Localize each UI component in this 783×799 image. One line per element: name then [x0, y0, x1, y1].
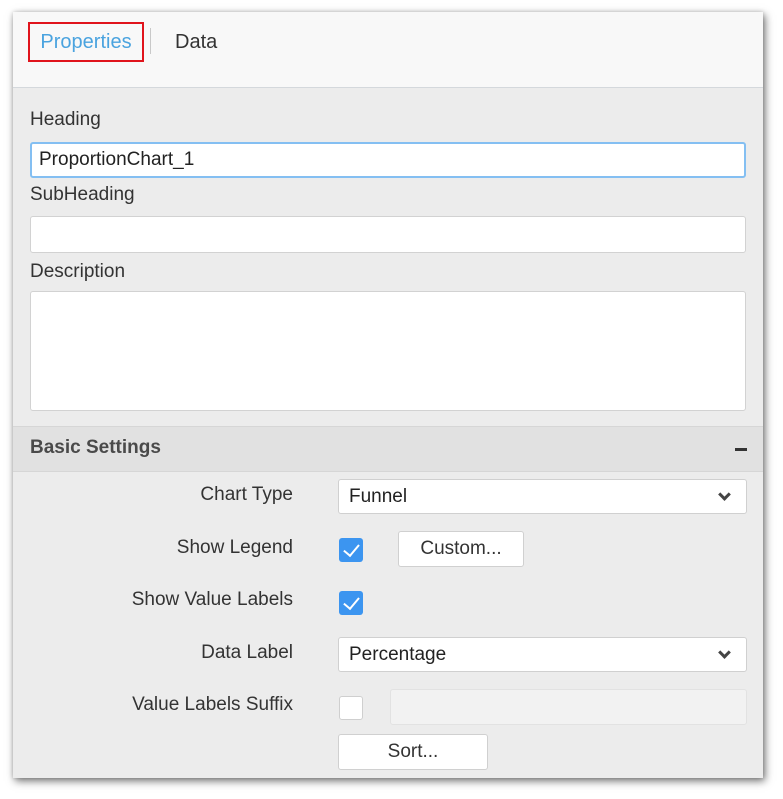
heading-input[interactable]: ProportionChart_1	[30, 142, 746, 178]
show-legend-label: Show Legend	[176, 537, 293, 558]
subheading-label: SubHeading	[30, 184, 135, 205]
value-labels-suffix-checkbox[interactable]	[339, 696, 363, 720]
basic-settings-title: Basic Settings	[30, 437, 161, 458]
show-value-labels-checkbox[interactable]	[339, 591, 363, 615]
chart-type-select[interactable]: Funnel	[338, 479, 747, 514]
show-value-labels-label: Show Value Labels	[131, 589, 293, 610]
tab-data[interactable]: Data	[175, 22, 217, 62]
tab-properties[interactable]: Properties	[28, 22, 144, 62]
description-label: Description	[30, 261, 126, 282]
sort-button[interactable]: Sort...	[338, 734, 488, 770]
tab-divider	[150, 28, 151, 54]
heading-label: Heading	[30, 109, 101, 130]
minus-icon[interactable]	[735, 448, 747, 451]
custom-legend-button[interactable]: Custom...	[398, 531, 524, 567]
description-textarea[interactable]	[30, 291, 746, 411]
value-labels-suffix-input[interactable]	[390, 689, 747, 725]
chart-type-value: Funnel	[349, 486, 408, 507]
subheading-input[interactable]	[30, 216, 746, 253]
value-labels-suffix-label: Value Labels Suffix	[132, 694, 293, 715]
data-label-label: Data Label	[201, 642, 293, 663]
checkmark-icon	[343, 592, 360, 611]
basic-settings-header[interactable]: Basic Settings	[13, 426, 763, 472]
chevron-down-icon	[718, 646, 731, 659]
chart-type-label: Chart Type	[200, 484, 293, 505]
chevron-down-icon	[718, 488, 731, 501]
tab-bar: Properties Data	[13, 12, 763, 88]
data-label-value: Percentage	[349, 644, 447, 665]
checkmark-icon	[343, 539, 360, 558]
data-label-select[interactable]: Percentage	[338, 637, 747, 672]
show-legend-checkbox[interactable]	[339, 538, 363, 562]
properties-panel: Properties Data Heading ProportionChart_…	[13, 12, 763, 778]
